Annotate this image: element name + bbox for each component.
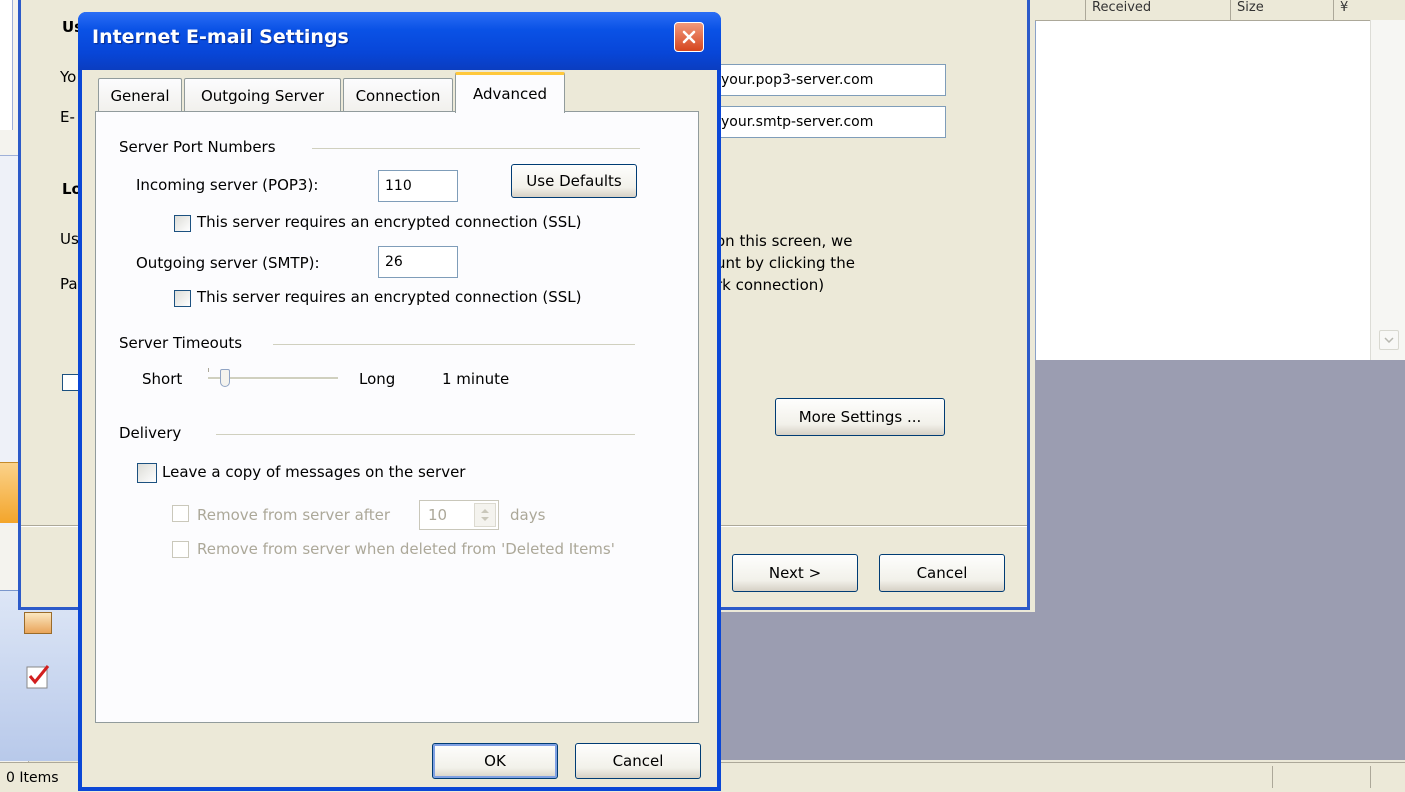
tab-connection[interactable]: Connection	[343, 78, 453, 112]
more-settings-button[interactable]: More Settings ...	[775, 398, 945, 436]
cancel-button[interactable]: Cancel	[575, 743, 701, 779]
message-list-header: Received Size ¥	[1035, 0, 1405, 21]
timeout-long-label: Long	[359, 370, 396, 388]
timeout-value: 1 minute	[442, 370, 510, 388]
dialog-title: Internet E-mail Settings	[92, 26, 349, 48]
tab-outgoing-server[interactable]: Outgoing Server	[184, 78, 341, 112]
info-line: on this screen, we	[716, 232, 853, 250]
remove-deleted-label: Remove from server when deleted from 'De…	[197, 540, 615, 558]
reading-pane-lower	[720, 612, 1035, 760]
group-divider	[216, 434, 635, 435]
remove-deleted-checkbox[interactable]	[172, 541, 189, 558]
outgoing-port-label: Outgoing server (SMTP):	[136, 254, 320, 272]
outgoing-mail-server-input[interactable]	[714, 106, 946, 138]
wizard-label-fragment: Yo	[60, 68, 77, 86]
group-divider	[273, 344, 635, 345]
wizard-checkbox-fragment[interactable]	[62, 374, 79, 391]
wizard-info-text: on this screen, we unt by clicking the r…	[716, 230, 855, 296]
outgoing-port-input[interactable]	[378, 246, 458, 278]
incoming-ssl-checkbox[interactable]	[174, 215, 191, 232]
wizard-label-fragment: Us	[60, 230, 79, 248]
incoming-port-label: Incoming server (POP3):	[136, 176, 319, 194]
message-list-scrollbar[interactable]	[1370, 20, 1405, 360]
advanced-tab-panel	[95, 111, 699, 723]
outgoing-ssl-checkbox[interactable]	[174, 290, 191, 307]
tasks-icon[interactable]	[24, 662, 52, 690]
close-button[interactable]	[674, 22, 704, 52]
incoming-port-input[interactable]	[378, 170, 458, 202]
remove-after-checkbox[interactable]	[172, 505, 189, 522]
group-title-server-timeouts: Server Timeouts	[119, 334, 243, 352]
slider-tick	[208, 368, 209, 372]
days-label: days	[510, 506, 546, 524]
wizard-label-fragment: E-	[60, 108, 75, 126]
timeout-slider-thumb[interactable]	[220, 369, 230, 387]
wizard-label-fragment: Pa	[60, 275, 78, 293]
status-divider	[1272, 766, 1273, 788]
tab-general[interactable]: General	[98, 78, 182, 112]
spin-arrows[interactable]	[474, 503, 496, 527]
status-divider	[1370, 766, 1371, 788]
remove-after-days-value: 10	[428, 506, 448, 524]
tab-advanced[interactable]: Advanced	[455, 72, 565, 113]
spin-up-down-icon	[481, 509, 489, 521]
status-items-count: 0 Items	[6, 770, 59, 786]
next-button[interactable]: Next >	[732, 554, 858, 592]
remove-after-label: Remove from server after	[197, 506, 391, 524]
scroll-down-arrow-icon[interactable]	[1379, 330, 1399, 350]
remove-after-days-stepper[interactable]: 10	[419, 500, 499, 530]
info-line: unt by clicking the	[716, 254, 855, 272]
contacts-icon[interactable]	[24, 612, 52, 634]
wizard-cancel-button[interactable]: Cancel	[879, 554, 1005, 592]
reading-pane	[1035, 360, 1405, 760]
group-title-server-ports: Server Port Numbers	[119, 138, 276, 156]
incoming-ssl-label: This server requires an encrypted connec…	[197, 213, 582, 231]
leave-copy-checkbox[interactable]	[137, 463, 157, 483]
close-icon	[682, 30, 696, 44]
leave-copy-label: Leave a copy of messages on the server	[162, 463, 466, 481]
group-title-delivery: Delivery	[119, 424, 182, 442]
column-size[interactable]: Size	[1230, 0, 1317, 20]
outgoing-ssl-label: This server requires an encrypted connec…	[197, 288, 582, 306]
column-received[interactable]: Received	[1085, 0, 1222, 20]
group-divider	[312, 148, 640, 149]
message-list[interactable]	[1035, 0, 1405, 360]
timeout-short-label: Short	[142, 370, 183, 388]
info-line: rk connection)	[716, 276, 825, 294]
ok-button[interactable]: OK	[432, 743, 558, 779]
incoming-mail-server-input[interactable]	[714, 64, 946, 96]
use-defaults-button[interactable]: Use Defaults	[511, 164, 637, 198]
column-flag[interactable]: ¥	[1333, 0, 1360, 20]
